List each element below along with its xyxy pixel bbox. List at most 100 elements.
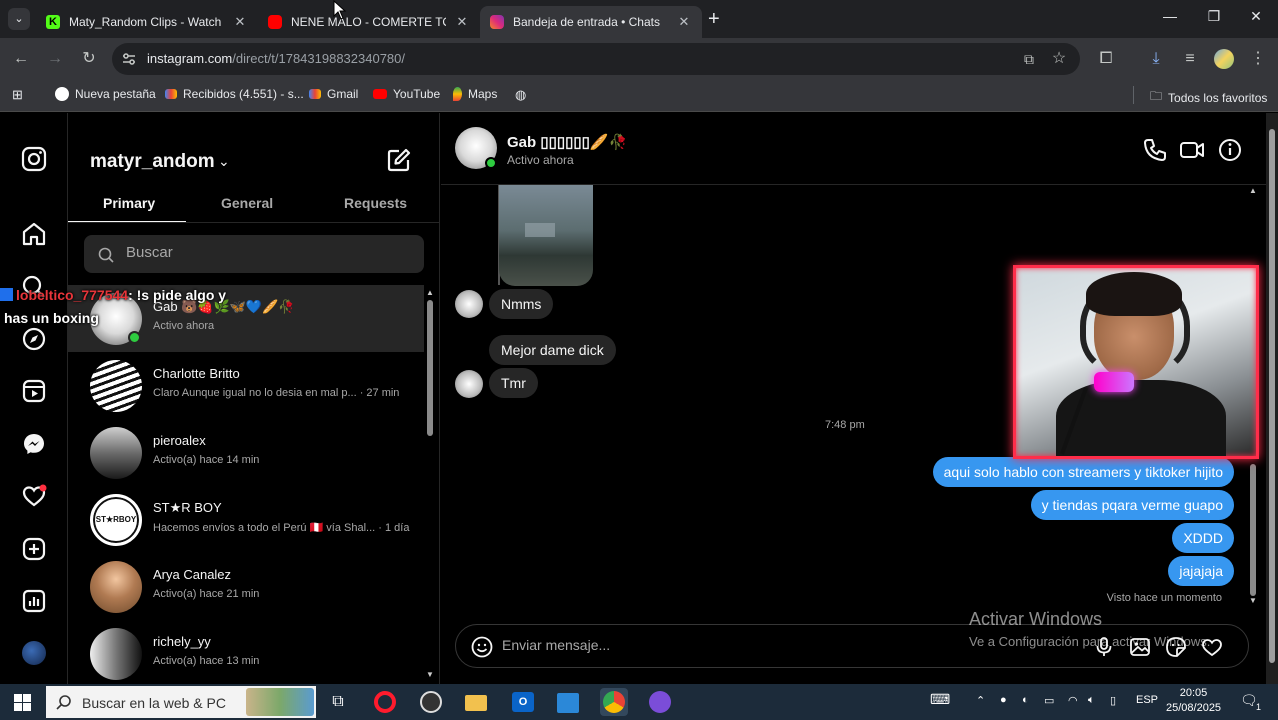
avatar <box>455 370 483 398</box>
all-bookmarks[interactable]: 🗀 Todos los favoritos <box>1150 87 1267 108</box>
profile-avatar[interactable] <box>22 641 46 665</box>
scrollbar-thumb[interactable] <box>427 300 433 436</box>
phone-icon[interactable] <box>1142 137 1168 163</box>
install-app-icon[interactable]: ⧉ <box>1018 48 1040 70</box>
file-explorer-icon[interactable] <box>462 688 490 716</box>
conversation-item[interactable]: Charlotte Britto Claro Aunque igual no l… <box>68 352 424 419</box>
extensions-icon[interactable]: ⧠ <box>1095 48 1117 70</box>
account-switcher[interactable]: matyr_andom <box>90 151 215 173</box>
chat-header: Gab ▯▯▯▯▯▯🥖🥀 Activo ahora <box>441 113 1266 185</box>
reels-icon[interactable] <box>20 377 48 405</box>
store-icon[interactable] <box>554 688 582 716</box>
instagram-logo-icon[interactable] <box>20 145 48 173</box>
message-incoming[interactable]: Tmr <box>489 368 538 398</box>
tab-requests[interactable]: Requests <box>344 195 407 211</box>
battery-icon[interactable]: ▯ <box>1110 694 1116 707</box>
tray-app-icon[interactable]: ◐ <box>1022 694 1029 706</box>
scrollbar-thumb[interactable] <box>1269 129 1275 663</box>
bookmark-label: Gmail <box>327 87 359 101</box>
media-controls-icon[interactable]: ≡ <box>1179 48 1201 70</box>
conversation-item[interactable]: Arya Canalez Activo(a) hace 21 min <box>68 553 424 620</box>
chevron-down-icon[interactable]: ⌄ <box>218 153 230 170</box>
bookmark-gmail[interactable]: Gmail <box>309 87 358 101</box>
conversation-scrollbar[interactable]: ▲ ▼ <box>426 288 434 679</box>
profile-avatar[interactable] <box>1214 49 1234 69</box>
message-incoming[interactable]: Nmms <box>489 289 554 319</box>
bookmark-new-tab[interactable]: Nueva pestaña <box>55 87 156 101</box>
message-outgoing[interactable]: y tiendas pqara verme guapo <box>1030 490 1234 520</box>
scrollbar-thumb[interactable] <box>1250 464 1256 596</box>
create-icon[interactable] <box>20 535 48 563</box>
reload-icon[interactable]: ↻ <box>78 48 100 70</box>
forward-icon[interactable]: → <box>44 48 66 70</box>
message-input[interactable] <box>502 637 922 653</box>
new-message-icon[interactable] <box>386 147 412 173</box>
emoji-icon[interactable] <box>470 635 494 659</box>
message-outgoing[interactable]: jajajaja <box>1168 556 1234 586</box>
tab-youtube[interactable]: NENE MALO - COMERTE TODA ✕ <box>258 6 480 38</box>
restore-icon[interactable]: ❐ <box>1194 8 1234 25</box>
keyboard-icon[interactable]: ⌨ <box>930 691 950 708</box>
conversation-item[interactable]: pieroalex Activo(a) hace 14 min <box>68 419 424 486</box>
window-close-icon[interactable]: ✕ <box>1236 8 1276 25</box>
close-icon[interactable]: ✕ <box>676 14 692 30</box>
conversation-item[interactable]: richely_yy Activo(a) hace 13 min <box>68 620 424 687</box>
tab-primary[interactable]: Primary <box>103 195 155 211</box>
tray-microphone-icon[interactable]: ● <box>1000 694 1007 706</box>
task-view-icon[interactable]: ⧉ <box>324 688 352 716</box>
conversation-item[interactable]: ST★RBOY ST★R BOY Hacemos envíos a todo e… <box>68 486 424 553</box>
messenger-icon[interactable] <box>20 430 48 458</box>
opera-icon[interactable] <box>371 688 399 716</box>
scroll-up-icon[interactable]: ▲ <box>1249 186 1257 195</box>
download-icon[interactable]: ⤓ <box>1145 48 1167 70</box>
chrome-icon[interactable] <box>600 688 628 716</box>
outlook-icon[interactable]: O <box>509 688 537 716</box>
search-box[interactable] <box>84 235 424 273</box>
minimize-icon[interactable]: — <box>1150 8 1190 24</box>
close-icon[interactable]: ✕ <box>454 14 470 30</box>
volume-icon[interactable]: 🔈︎ <box>1088 694 1095 707</box>
bookmark-youtube[interactable]: YouTube <box>373 87 440 101</box>
bookmark-maps[interactable]: Maps <box>453 87 497 101</box>
url-text[interactable]: instagram.com/direct/t/17843198832340780… <box>147 51 405 66</box>
app-icon-circle[interactable] <box>417 688 445 716</box>
message-outgoing[interactable]: aqui solo hablo con streamers y tiktoker… <box>932 457 1234 487</box>
address-bar[interactable]: instagram.com/direct/t/17843198832340780… <box>112 43 1080 75</box>
scroll-down-icon[interactable]: ▼ <box>426 670 434 679</box>
tab-instagram[interactable]: Bandeja de entrada • Chats ✕ <box>480 6 702 38</box>
message-timestamp: 7:48 pm <box>825 419 865 431</box>
info-icon[interactable] <box>1217 137 1243 163</box>
home-icon[interactable] <box>20 220 48 248</box>
globe-icon[interactable]: ◍ <box>515 87 526 103</box>
language-indicator[interactable]: ESP <box>1136 694 1158 706</box>
message-outgoing[interactable]: XDDD <box>1172 523 1234 553</box>
search-input[interactable] <box>126 244 406 261</box>
notifications-heart-icon[interactable] <box>20 482 48 510</box>
scroll-up-icon[interactable]: ▲ <box>426 288 434 297</box>
scroll-down-icon[interactable]: ▼ <box>1249 596 1257 605</box>
site-settings-icon[interactable] <box>122 52 136 66</box>
new-tab-button[interactable]: + <box>708 8 720 31</box>
tab-kick[interactable]: K Maty_Random Clips - Watch Li ✕ <box>36 6 258 38</box>
message-incoming[interactable]: Mejor dame dick <box>489 335 616 365</box>
menu-icon[interactable]: ⋮ <box>1247 48 1269 70</box>
back-icon[interactable]: ← <box>10 48 32 70</box>
tray-app-icon[interactable]: ▭ <box>1044 694 1054 707</box>
tab-search-button[interactable]: ⌄ <box>8 8 30 30</box>
apps-icon[interactable]: ⊞ <box>12 87 23 103</box>
chevron-up-icon[interactable]: ⌃ <box>976 694 985 707</box>
video-call-icon[interactable] <box>1179 137 1205 163</box>
taskbar-search[interactable]: Buscar en la web & PC <box>46 686 316 718</box>
bookmark-inbox[interactable]: Recibidos (4.551) - s... <box>165 87 304 101</box>
windows-start-icon[interactable] <box>14 694 31 711</box>
page-scrollbar[interactable] <box>1266 113 1278 684</box>
close-icon[interactable]: ✕ <box>232 14 248 30</box>
shared-photo[interactable] <box>499 185 593 286</box>
system-clock[interactable]: 20:05 25/08/2025 <box>1166 686 1221 716</box>
chat-contact-name[interactable]: Gab ▯▯▯▯▯▯🥖🥀 <box>507 133 627 151</box>
bookmark-star-icon[interactable]: ☆ <box>1048 48 1070 70</box>
wifi-icon[interactable]: ◠ <box>1068 694 1078 707</box>
tab-general[interactable]: General <box>221 195 273 211</box>
game-bar-icon[interactable] <box>646 688 674 716</box>
dashboard-icon[interactable] <box>20 587 48 615</box>
